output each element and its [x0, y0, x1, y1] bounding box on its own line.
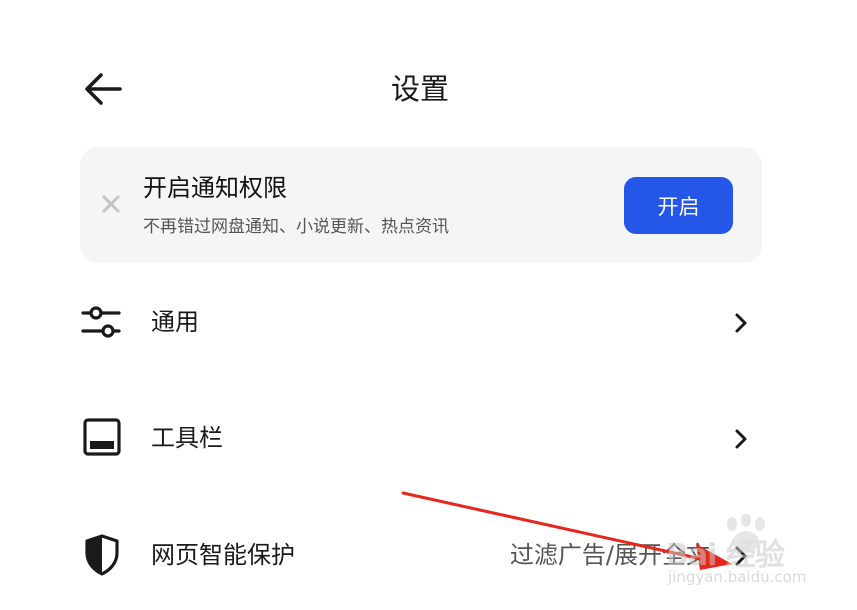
notification-subtitle: 不再错过网盘通知、小说更新、热点资讯	[143, 217, 449, 237]
close-button[interactable]	[100, 193, 122, 215]
notification-title: 开启通知权限	[143, 174, 287, 202]
watermark-url: jingyan.baidu.com	[668, 568, 807, 586]
baidu-watermark: Bai 经验 jingyan.baidu.com	[660, 512, 820, 594]
chevron-right-icon	[735, 313, 747, 333]
notification-banner: 开启通知权限 不再错过网盘通知、小说更新、热点资讯 开启	[80, 147, 762, 263]
sliders-icon	[81, 306, 121, 338]
toolbar-icon	[83, 418, 121, 456]
settings-item-label: 工具栏	[151, 424, 223, 452]
close-icon	[102, 195, 120, 213]
settings-item-general[interactable]: 通用	[80, 282, 762, 362]
settings-item-label: 网页智能保护	[151, 541, 295, 569]
page-title: 设置	[390, 72, 449, 106]
settings-item-label: 通用	[151, 308, 199, 336]
settings-item-toolbar[interactable]: 工具栏	[80, 398, 762, 478]
chevron-right-icon	[735, 429, 747, 449]
enable-notification-button[interactable]: 开启	[624, 177, 733, 234]
shield-icon	[85, 534, 119, 576]
